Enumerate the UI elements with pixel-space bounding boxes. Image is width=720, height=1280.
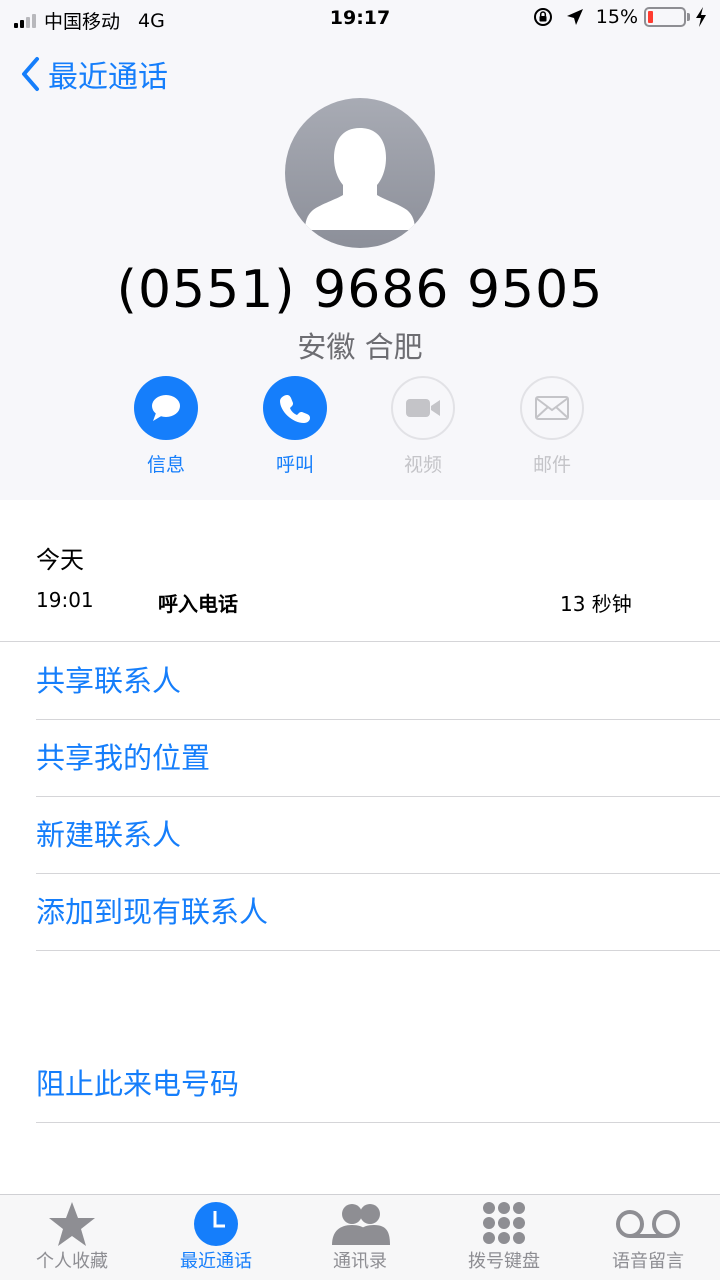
star-icon <box>49 1202 95 1246</box>
video-button[interactable]: 视频 <box>363 376 483 477</box>
back-label: 最近通话 <box>48 60 168 95</box>
tab-voicemail[interactable]: 语音留言 <box>576 1195 720 1280</box>
call-history: 今天 19:01 呼入电话 13 秒钟 <box>0 500 720 642</box>
contact-header: 最近通话 (0551) 9686 9505 安徽 合肥 信息 呼叫 视频 邮件 <box>0 38 720 500</box>
status-right: 15% <box>532 6 708 28</box>
charging-bolt-icon <box>696 7 706 27</box>
call-circle <box>263 376 327 440</box>
tab-bar: 个人收藏 最近通话 通讯录 拨号键盘 语音留言 <box>0 1194 720 1280</box>
phone-number: (0551) 9686 9505 <box>116 260 604 320</box>
call-label: 呼叫 <box>275 454 314 476</box>
message-icon <box>152 395 180 421</box>
mail-icon <box>535 396 569 420</box>
call-date: 今天 <box>36 546 84 574</box>
chevron-left-icon <box>22 57 39 91</box>
rotation-lock-icon <box>533 8 552 26</box>
battery-level <box>648 11 653 23</box>
share-contact-option[interactable]: 共享联系人 <box>36 643 720 720</box>
contacts-icon <box>332 1204 390 1245</box>
location-arrow-icon <box>566 9 583 25</box>
clock-icon <box>194 1202 238 1246</box>
tab-recents[interactable]: 最近通话 <box>144 1195 288 1280</box>
person-silhouette-icon <box>305 128 415 230</box>
status-bar: 中国移动 4G 19:17 15% <box>0 0 720 38</box>
video-label: 视频 <box>403 454 442 476</box>
keypad-icon <box>483 1202 525 1244</box>
video-circle <box>391 376 455 440</box>
new-contact-option[interactable]: 新建联系人 <box>36 797 720 874</box>
call-time: 19:01 <box>36 588 94 612</box>
mail-button[interactable]: 邮件 <box>492 376 612 477</box>
battery-icon <box>644 7 686 27</box>
tab-voicemail-label: 语音留言 <box>612 1251 684 1272</box>
phone-icon <box>280 395 310 423</box>
mail-label: 邮件 <box>532 454 571 476</box>
call-duration: 13 秒钟 <box>560 592 632 616</box>
avatar <box>285 98 435 248</box>
back-button[interactable]: 最近通话 <box>20 52 168 96</box>
contact-actions: 信息 呼叫 视频 邮件 <box>0 376 720 486</box>
tab-favorites-label: 个人收藏 <box>36 1251 108 1272</box>
tab-favorites[interactable]: 个人收藏 <box>0 1195 144 1280</box>
message-button[interactable]: 信息 <box>106 376 226 477</box>
block-caller-option[interactable]: 阻止此来电号码 <box>36 1046 720 1123</box>
mail-circle <box>520 376 584 440</box>
share-location-option[interactable]: 共享我的位置 <box>36 720 720 797</box>
caller-location: 安徽 合肥 <box>297 330 423 364</box>
call-type: 呼入电话 <box>158 592 238 616</box>
tab-recents-label: 最近通话 <box>180 1251 252 1272</box>
video-icon <box>406 399 440 417</box>
tab-contacts[interactable]: 通讯录 <box>288 1195 432 1280</box>
battery-cap <box>687 13 690 21</box>
tab-contacts-label: 通讯录 <box>333 1251 387 1272</box>
voicemail-icon <box>616 1210 680 1238</box>
message-label: 信息 <box>146 454 185 476</box>
call-button[interactable]: 呼叫 <box>235 376 355 477</box>
battery-percent: 15% <box>595 6 638 28</box>
message-circle <box>134 376 198 440</box>
add-to-existing-contact-option[interactable]: 添加到现有联系人 <box>36 874 720 951</box>
tab-keypad-label: 拨号键盘 <box>468 1251 540 1272</box>
tab-keypad[interactable]: 拨号键盘 <box>432 1195 576 1280</box>
